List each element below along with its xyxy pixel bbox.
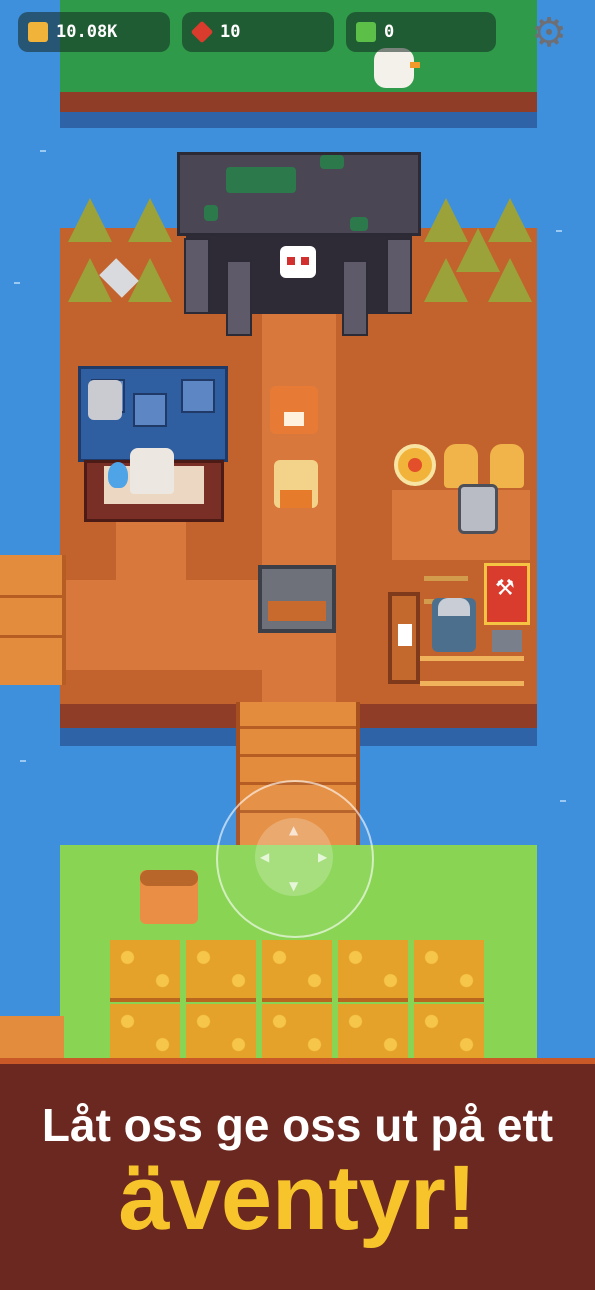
temple-pillar bbox=[342, 260, 368, 336]
wheat-crop[interactable] bbox=[414, 940, 484, 1002]
top-island-shadow bbox=[60, 112, 537, 128]
coin-counter: 10.08K bbox=[18, 12, 170, 52]
wooden-fence bbox=[420, 656, 524, 686]
coin-icon bbox=[28, 22, 48, 42]
dirt-path-horizontal bbox=[62, 580, 262, 670]
pine-tree bbox=[68, 198, 112, 242]
water-sparkle bbox=[40, 150, 46, 152]
pine-tree bbox=[424, 258, 468, 302]
joystick-down-arrow-icon: ▼ bbox=[289, 879, 299, 893]
wheat-crop[interactable] bbox=[110, 1004, 180, 1066]
wheat-crop[interactable] bbox=[262, 940, 332, 1002]
skull-icon bbox=[280, 246, 316, 278]
left-dock[interactable] bbox=[0, 555, 66, 685]
training-dummy[interactable] bbox=[444, 444, 478, 488]
red-gem-icon bbox=[190, 20, 214, 44]
caption-line-1: Låt oss ge oss ut på ett bbox=[41, 1099, 554, 1151]
caption-line-2: äventyr! bbox=[118, 1147, 477, 1249]
chicken-npc[interactable] bbox=[374, 48, 420, 88]
stone-temple bbox=[177, 152, 421, 236]
gear-icon[interactable]: ⚙ bbox=[528, 12, 570, 54]
treasure-chest[interactable] bbox=[258, 565, 336, 633]
archery-target[interactable] bbox=[394, 444, 436, 486]
pine-tree bbox=[128, 198, 172, 242]
pine-tree bbox=[488, 258, 532, 302]
dirt-path-vertical bbox=[262, 310, 336, 710]
wheat-crop[interactable] bbox=[110, 940, 180, 1002]
blacksmith-banner bbox=[484, 563, 530, 625]
fox-npc[interactable] bbox=[270, 386, 318, 434]
wheat-crop[interactable] bbox=[414, 1004, 484, 1066]
top-island-cliff bbox=[60, 92, 537, 112]
farmer-npc[interactable] bbox=[140, 870, 198, 924]
gem-count: 10 bbox=[220, 22, 241, 42]
card-count: 0 bbox=[384, 22, 395, 42]
water-sparkle bbox=[14, 282, 20, 284]
green-card-icon bbox=[356, 22, 376, 42]
water-sparkle bbox=[556, 230, 562, 232]
dirt-path-hut bbox=[116, 520, 186, 590]
wheat-crop[interactable] bbox=[338, 940, 408, 1002]
anvil bbox=[492, 630, 522, 652]
notice-board[interactable] bbox=[388, 592, 420, 684]
clay-pot[interactable] bbox=[88, 380, 122, 420]
wheat-crop[interactable] bbox=[186, 940, 256, 1002]
water-sparkle bbox=[560, 800, 566, 802]
wizard-npc[interactable] bbox=[130, 448, 174, 494]
water-sparkle bbox=[20, 760, 26, 762]
temple-pillar bbox=[184, 238, 210, 314]
wheat-crop[interactable] bbox=[186, 1004, 256, 1066]
card-counter: 0 bbox=[346, 12, 496, 52]
blue-flame bbox=[108, 462, 128, 488]
joystick-right-arrow-icon: ▶ bbox=[318, 850, 328, 864]
coin-count: 10.08K bbox=[56, 22, 118, 42]
viking-blacksmith-npc[interactable] bbox=[432, 598, 476, 652]
joystick-left-arrow-icon: ◀ bbox=[260, 850, 270, 864]
joystick-up-arrow-icon: ▲ bbox=[289, 823, 299, 837]
knight-npc[interactable] bbox=[458, 484, 498, 534]
temple-pillar bbox=[386, 238, 412, 314]
gem-counter: 10 bbox=[182, 12, 334, 52]
player-hero[interactable] bbox=[274, 460, 318, 508]
temple-pillar bbox=[226, 260, 252, 336]
training-dummy[interactable] bbox=[490, 444, 524, 488]
wheat-crop[interactable] bbox=[338, 1004, 408, 1066]
wheat-crop[interactable] bbox=[262, 1004, 332, 1066]
